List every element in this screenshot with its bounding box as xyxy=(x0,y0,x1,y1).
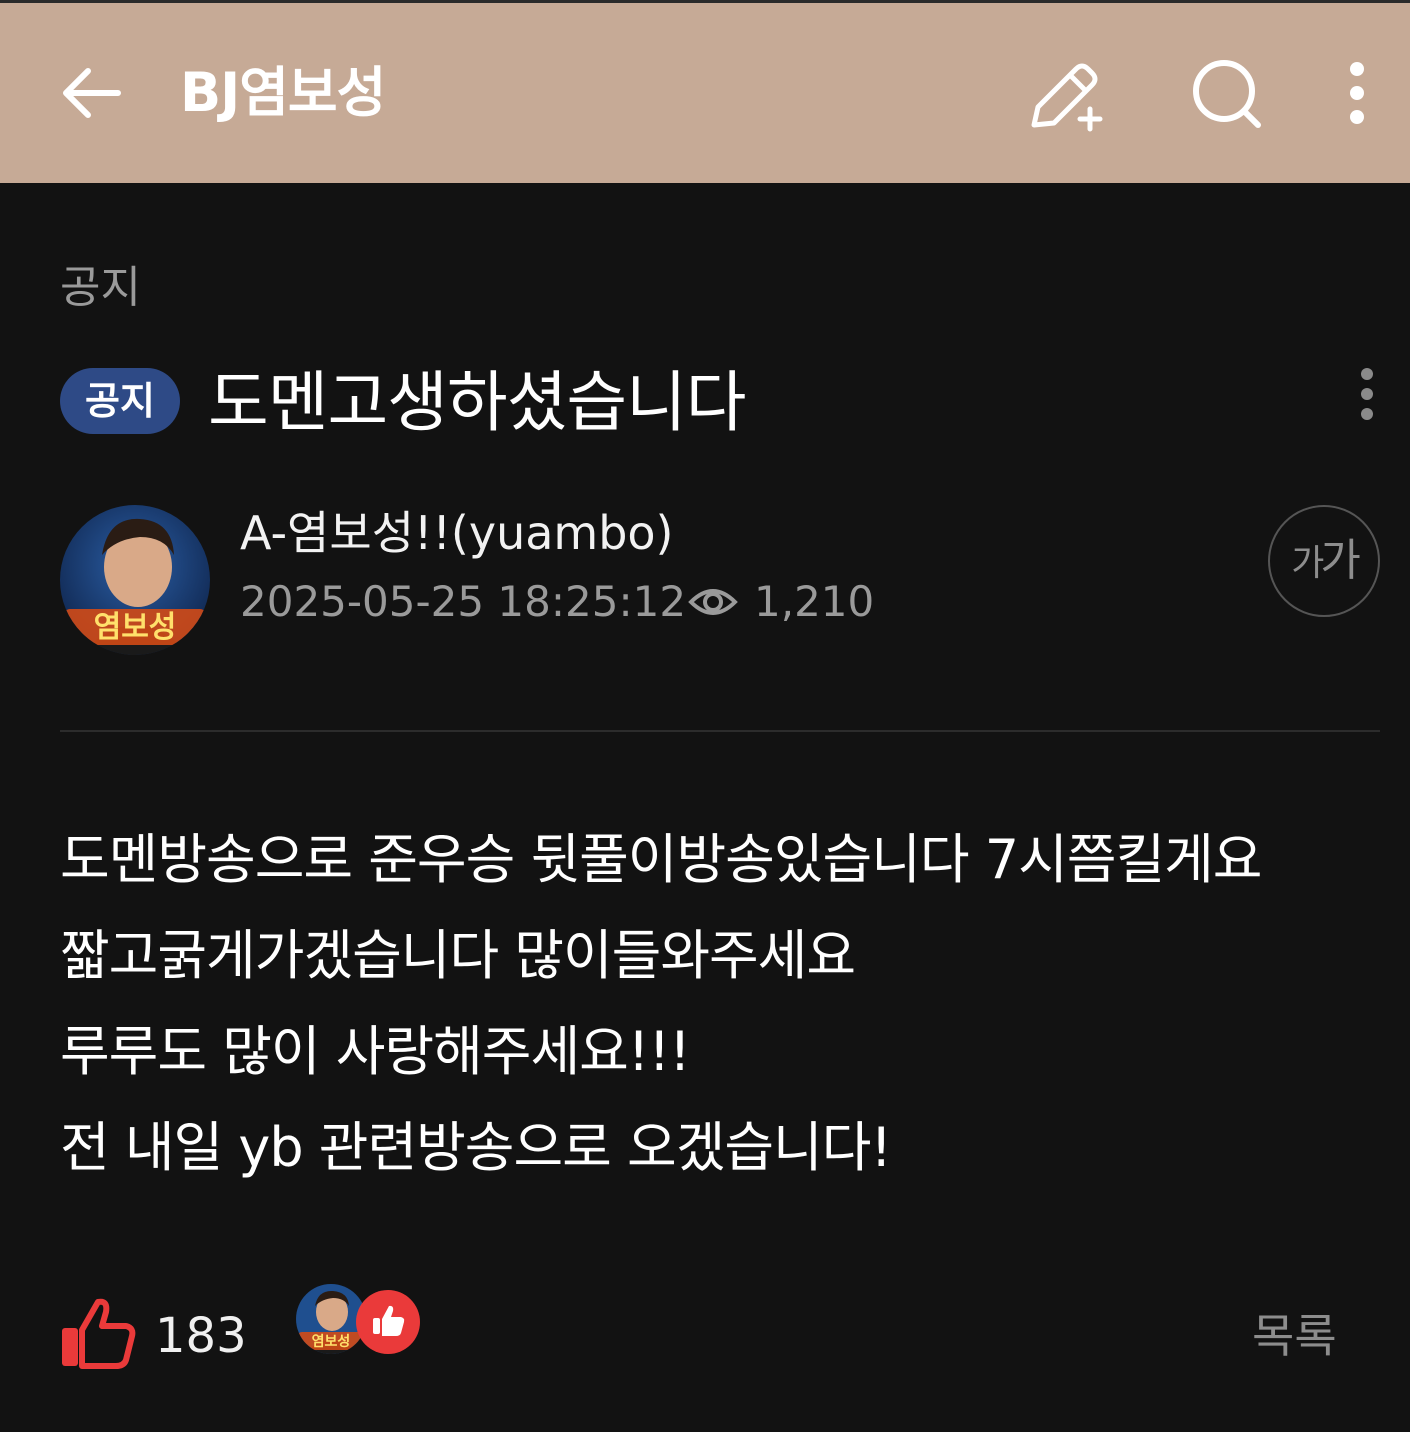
post-datetime: 2025-05-25 18:25:12 xyxy=(240,577,687,626)
thumbs-up-icon[interactable] xyxy=(58,1296,138,1372)
avatar-label: 염보성 xyxy=(94,610,177,645)
author-name[interactable]: A-염보성!!(yuambo) xyxy=(240,502,674,564)
font-size-large-label: 가 xyxy=(1320,535,1361,586)
board-title: BJ염보성 xyxy=(180,61,386,124)
body-line: 짧고굵게가겠습니다 많이들와주세요 xyxy=(60,924,856,987)
write-post-icon[interactable] xyxy=(1024,57,1104,137)
more-vertical-icon[interactable] xyxy=(1330,57,1384,137)
divider xyxy=(60,730,1380,732)
post-more-icon[interactable] xyxy=(1342,362,1392,432)
like-count: 183 xyxy=(155,1308,247,1364)
author-avatar[interactable]: 염보성 xyxy=(60,505,210,655)
post-title: 도멘고생하셨습니다 xyxy=(208,364,746,441)
search-icon[interactable] xyxy=(1188,57,1268,137)
body-line: 전 내일 yb 관련방송으로 오겠습니다! xyxy=(60,1116,892,1179)
app-bar: BJ염보성 xyxy=(0,3,1410,183)
back-arrow-icon[interactable] xyxy=(58,61,122,125)
post-body: 도멘방송으로 준우승 뒷풀이방송있습니다 7시쯤킬게요 짧고굵게가겠습니다 많이… xyxy=(60,812,1360,1196)
list-button[interactable]: 목록 xyxy=(1252,1304,1337,1368)
post-category: 공지 xyxy=(60,262,141,313)
view-count: 1,210 xyxy=(754,577,875,626)
font-size-small-label: 가 xyxy=(1291,543,1324,584)
liked-badge-icon xyxy=(356,1290,420,1354)
notice-badge: 공지 xyxy=(60,368,180,434)
body-line: 도멘방송으로 준우승 뒷풀이방송있습니다 7시쯤킬게요 xyxy=(60,828,1263,891)
font-size-button[interactable]: 가가 xyxy=(1268,505,1380,617)
body-line: 루루도 많이 사랑해주세요!!! xyxy=(60,1020,691,1083)
eye-icon xyxy=(688,580,738,624)
liker-avatar-label: 염보성 xyxy=(312,1334,351,1350)
